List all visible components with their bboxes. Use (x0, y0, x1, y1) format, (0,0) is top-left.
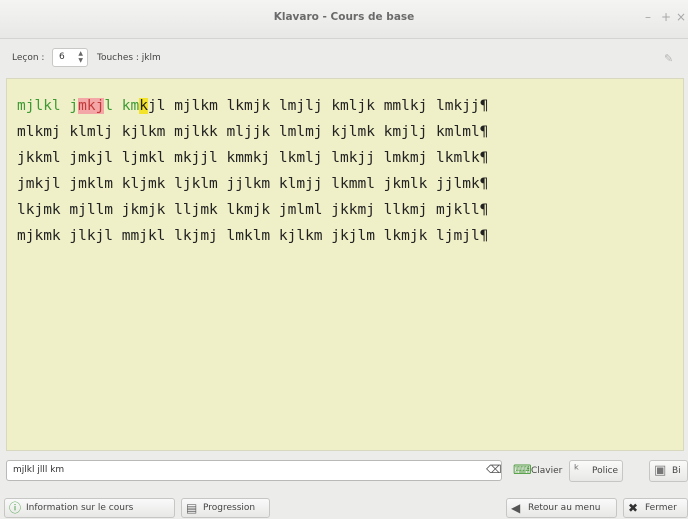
font-button[interactable]: ᵏ Police (569, 460, 623, 482)
text-segment-pending: jmkjl jmklm kljmk ljklm jjlkm klmjj lkmm… (17, 176, 489, 192)
exercise-line: jmkjl jmklm kljmk ljklm jjlkm klmjj lkmm… (17, 171, 488, 197)
course-info-label: Information sur le cours (26, 503, 134, 513)
keys-label: Touches : jklm (97, 53, 161, 63)
back-to-menu-button[interactable]: ◀ Retour au menu (506, 498, 617, 518)
text-segment-pending: mlkmj klmlj kjlkm mjlkk mljjk lmlmj kjlm… (17, 124, 489, 140)
close-button[interactable]: ✖ Fermer (623, 498, 688, 518)
input-bar: mjlkl jlll km ⌫ ⌨ Clavier ᵏ Police ▣ Bi (6, 460, 688, 485)
text-segment-typed: km (121, 98, 140, 114)
maximize-button[interactable]: + (661, 10, 671, 24)
back-arrow-icon: ◀ (511, 501, 521, 515)
title-bar: Klavaro - Cours de base – + × (0, 0, 688, 39)
keyboard-button-label: Clavier (531, 466, 563, 476)
text-segment-pending: jl mjlkm lkmjk lmjlj kmljk mmlkj lmkjj¶ (148, 98, 489, 114)
keyboard-button[interactable]: ⌨ Clavier (508, 460, 562, 482)
exercise-lines: mjlkl jmkjl kmkjl mjlkm lkmjk lmjlj kmlj… (17, 93, 488, 249)
lesson-label: Leçon : (12, 53, 45, 63)
text-segment-pending: jkkml jmkjl ljmkl mkjjl kmmkj lkmlj lmkj… (17, 150, 489, 166)
exercise-line: mjkmk jlkjl mmjkl lkjmj lmklm kjlkm jkjl… (17, 223, 488, 249)
minimize-button[interactable]: – (645, 10, 651, 24)
info-icon: ⓘ (9, 501, 22, 515)
course-info-button[interactable]: ⓘ Information sur le cours (4, 498, 175, 518)
exercise-line: lkjmk mjllm jkmjk lljmk lkmjk jmlml jkkm… (17, 197, 488, 223)
text-segment-cursor: k (139, 98, 148, 114)
text-segment-typed: l (104, 98, 122, 114)
progress-label: Progression (203, 503, 256, 513)
text-segment-pending: mjkmk jlkjl mmjkl lkjmj lmklm kjlkm jkjl… (17, 228, 489, 244)
font-button-label: Police (592, 466, 619, 476)
clear-icon[interactable]: ⌫ (486, 463, 502, 476)
text-segment-typed: mjlkl (17, 98, 70, 114)
window-title: Klavaro - Cours de base (273, 11, 415, 23)
exercise-line: mjlkl jmkjl kmkjl mjlkm lkmjk lmjlj kmlj… (17, 93, 488, 119)
bottom-bar: ⓘ Information sur le cours ▤ Progression… (0, 495, 688, 519)
lesson-value[interactable]: 6 (59, 52, 65, 62)
settings-icon[interactable]: ✎ (664, 52, 673, 65)
exercise-line: jkkml jmkjl ljmkl mkjjl kmmkj lkmlj lmkj… (17, 145, 488, 171)
color-icon: ▣ (654, 463, 667, 478)
back-to-menu-label: Retour au menu (528, 503, 601, 513)
lesson-toolbar: Leçon : 6 ▲ ▼ Touches : jklm ✎ (0, 38, 688, 78)
text-segment-typed: j (69, 98, 79, 114)
color-button[interactable]: ▣ Bi (649, 460, 688, 482)
font-icon: ᵏ (574, 463, 580, 478)
text-segment-pending: lkjmk mjllm jkmjk lljmk lkmjk jmlml jkkm… (17, 202, 489, 218)
lesson-spinner[interactable]: 6 ▲ ▼ (52, 48, 88, 67)
text-segment-error: mkj (78, 98, 105, 114)
spinner-arrows-icon[interactable]: ▲ ▼ (78, 50, 83, 64)
close-label: Fermer (645, 503, 677, 513)
exercise-text-area: mjlkl jmkjl kmkjl mjlkm lkmjk lmjlj kmlj… (6, 78, 684, 451)
close-icon: ✖ (628, 501, 639, 515)
keyboard-icon: ⌨ (513, 463, 532, 478)
close-window-button[interactable]: × (676, 10, 686, 24)
typing-input[interactable]: mjlkl jlll km (6, 460, 502, 481)
exercise-line: mlkmj klmlj kjlkm mjlkk mljjk lmlmj kjlm… (17, 119, 488, 145)
progress-button[interactable]: ▤ Progression (181, 498, 270, 518)
progress-icon: ▤ (186, 501, 198, 515)
color-button-label: Bi (672, 466, 681, 476)
